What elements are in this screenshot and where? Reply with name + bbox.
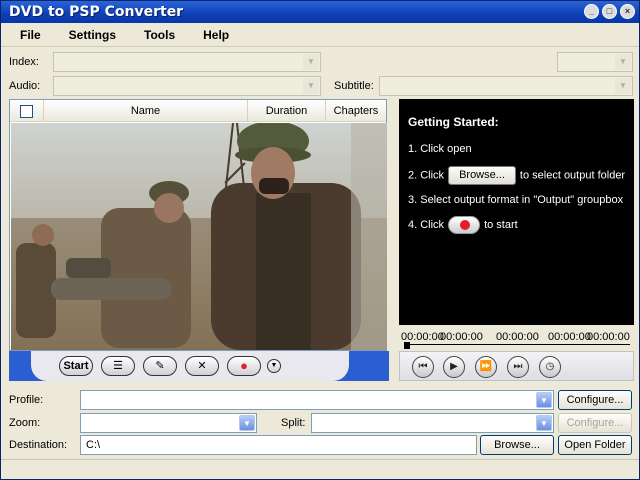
split-label: Split: <box>281 417 306 429</box>
title-list[interactable]: Name Duration Chapters <box>9 99 387 351</box>
step-4-prefix: 4. Click <box>408 218 445 231</box>
profile-label: Profile: <box>9 394 44 406</box>
select-all-column <box>10 100 44 122</box>
zoom-select[interactable]: ▼ <box>80 413 257 433</box>
open-folder-button[interactable]: Open Folder <box>558 435 632 455</box>
chevron-down-icon: ▼ <box>303 78 319 94</box>
menu-help[interactable]: Help <box>192 28 240 42</box>
chevron-down-icon: ▼ <box>536 392 552 408</box>
status-bar <box>1 459 639 479</box>
skip-forward-icon: ⏭ <box>513 361 523 372</box>
remove-button[interactable]: ✕ <box>185 356 219 376</box>
previous-button[interactable]: ⏮ <box>412 356 434 378</box>
index-select[interactable]: ▼ <box>53 52 321 72</box>
select-all-checkbox[interactable] <box>20 104 33 118</box>
getting-started-title: Getting Started: <box>408 115 499 129</box>
column-duration[interactable]: Duration <box>248 100 326 122</box>
close-icon[interactable]: × <box>620 4 635 19</box>
time-end: 00:00:00 <box>496 331 539 343</box>
edit-button[interactable]: ✎ <box>143 356 177 376</box>
time-bar: 00:00:00 00:00:00 00:00:00 00:00:00 00:0… <box>399 327 634 349</box>
time-start: 00:00:00 <box>440 331 483 343</box>
chevron-down-icon: ▼ <box>615 54 631 70</box>
angle-select[interactable]: ▼ <box>557 52 633 72</box>
chevron-down-icon: ▼ <box>239 415 255 431</box>
edit-icon: ✎ <box>155 360 165 372</box>
menu-settings[interactable]: Settings <box>58 28 127 42</box>
step-2-suffix: to select output folder <box>519 169 626 182</box>
chevron-down-icon: ▼ <box>270 362 278 369</box>
skip-back-icon: ⏮ <box>418 361 428 372</box>
menu-file[interactable]: File <box>9 28 52 42</box>
snapshot-button[interactable]: ◷ <box>539 356 561 378</box>
time-total: 00:00:00 <box>587 331 630 343</box>
time-selection-start: 00:00:00 <box>548 331 591 343</box>
zoom-label: Zoom: <box>9 417 41 429</box>
chevron-down-icon: ▼ <box>303 54 319 70</box>
chapters-button[interactable]: ☰ <box>101 356 135 376</box>
subtitle-select[interactable]: ▼ <box>379 76 633 96</box>
remove-icon: ✕ <box>197 360 207 372</box>
clock-icon: ◷ <box>545 361 555 372</box>
title-bar[interactable]: DVD to PSP Converter _ □ × <box>1 1 639 23</box>
forward-button[interactable]: ⏩ <box>475 356 497 378</box>
video-frame <box>11 123 387 350</box>
configure-split-button[interactable]: Configure... <box>558 413 632 433</box>
split-select[interactable]: ▼ <box>311 413 554 433</box>
audio-select[interactable]: ▼ <box>53 76 321 96</box>
chevron-down-icon: ▼ <box>536 415 552 431</box>
chevron-down-icon: ▼ <box>615 78 631 94</box>
list-toolbar: Start ☰ ✎ ✕ ● ▼ <box>9 351 389 381</box>
destination-label: Destination: <box>9 439 68 451</box>
playback-controls: ⏮ ▶ ⏩ ⏭ ◷ <box>399 351 634 381</box>
minimize-icon[interactable]: _ <box>584 4 599 19</box>
step-4-suffix: to start <box>484 218 518 231</box>
more-options-button[interactable]: ▼ <box>267 359 281 373</box>
menu-bar: File Settings Tools Help <box>1 23 639 47</box>
profile-select[interactable]: ▼ <box>80 390 554 410</box>
maximize-icon[interactable]: □ <box>602 4 617 19</box>
list-header: Name Duration Chapters <box>10 100 386 122</box>
seek-slider[interactable] <box>404 342 630 349</box>
list-icon: ☰ <box>113 360 123 372</box>
step-3: 3. Select output format in "Output" grou… <box>408 194 624 206</box>
start-button[interactable]: Start <box>59 356 93 376</box>
menu-tools[interactable]: Tools <box>133 28 186 42</box>
index-label: Index: <box>9 56 39 68</box>
step-4: 4. Click to start <box>408 216 518 234</box>
destination-input[interactable]: C:\ <box>80 435 477 455</box>
step-1: 1. Click open <box>408 143 472 155</box>
next-button[interactable]: ⏭ <box>507 356 529 378</box>
audio-label: Audio: <box>9 80 41 92</box>
column-name[interactable]: Name <box>44 100 248 122</box>
browse-button[interactable]: Browse... <box>480 435 554 455</box>
preview-browse-button[interactable]: Browse... <box>448 166 516 185</box>
record-button[interactable]: ● <box>227 356 261 376</box>
main-window: DVD to PSP Converter _ □ × File Settings… <box>0 0 640 480</box>
subtitle-label: Subtitle: <box>334 80 374 92</box>
preview-panel: Getting Started: 1. Click open 2. Click B… <box>399 99 634 325</box>
preview-record-button[interactable] <box>448 216 481 234</box>
configure-profile-button[interactable]: Configure... <box>558 390 632 410</box>
record-icon: ● <box>240 358 248 373</box>
destination-value: C:\ <box>86 439 101 451</box>
step-2: 2. Click Browse... to select output folder <box>408 166 625 185</box>
step-2-prefix: 2. Click <box>408 169 445 182</box>
window-title: DVD to PSP Converter <box>9 4 184 20</box>
play-button[interactable]: ▶ <box>443 356 465 378</box>
column-chapters[interactable]: Chapters <box>326 100 386 122</box>
seek-handle[interactable] <box>404 342 410 349</box>
fast-forward-icon: ⏩ <box>479 361 493 372</box>
play-icon: ▶ <box>450 361 458 372</box>
